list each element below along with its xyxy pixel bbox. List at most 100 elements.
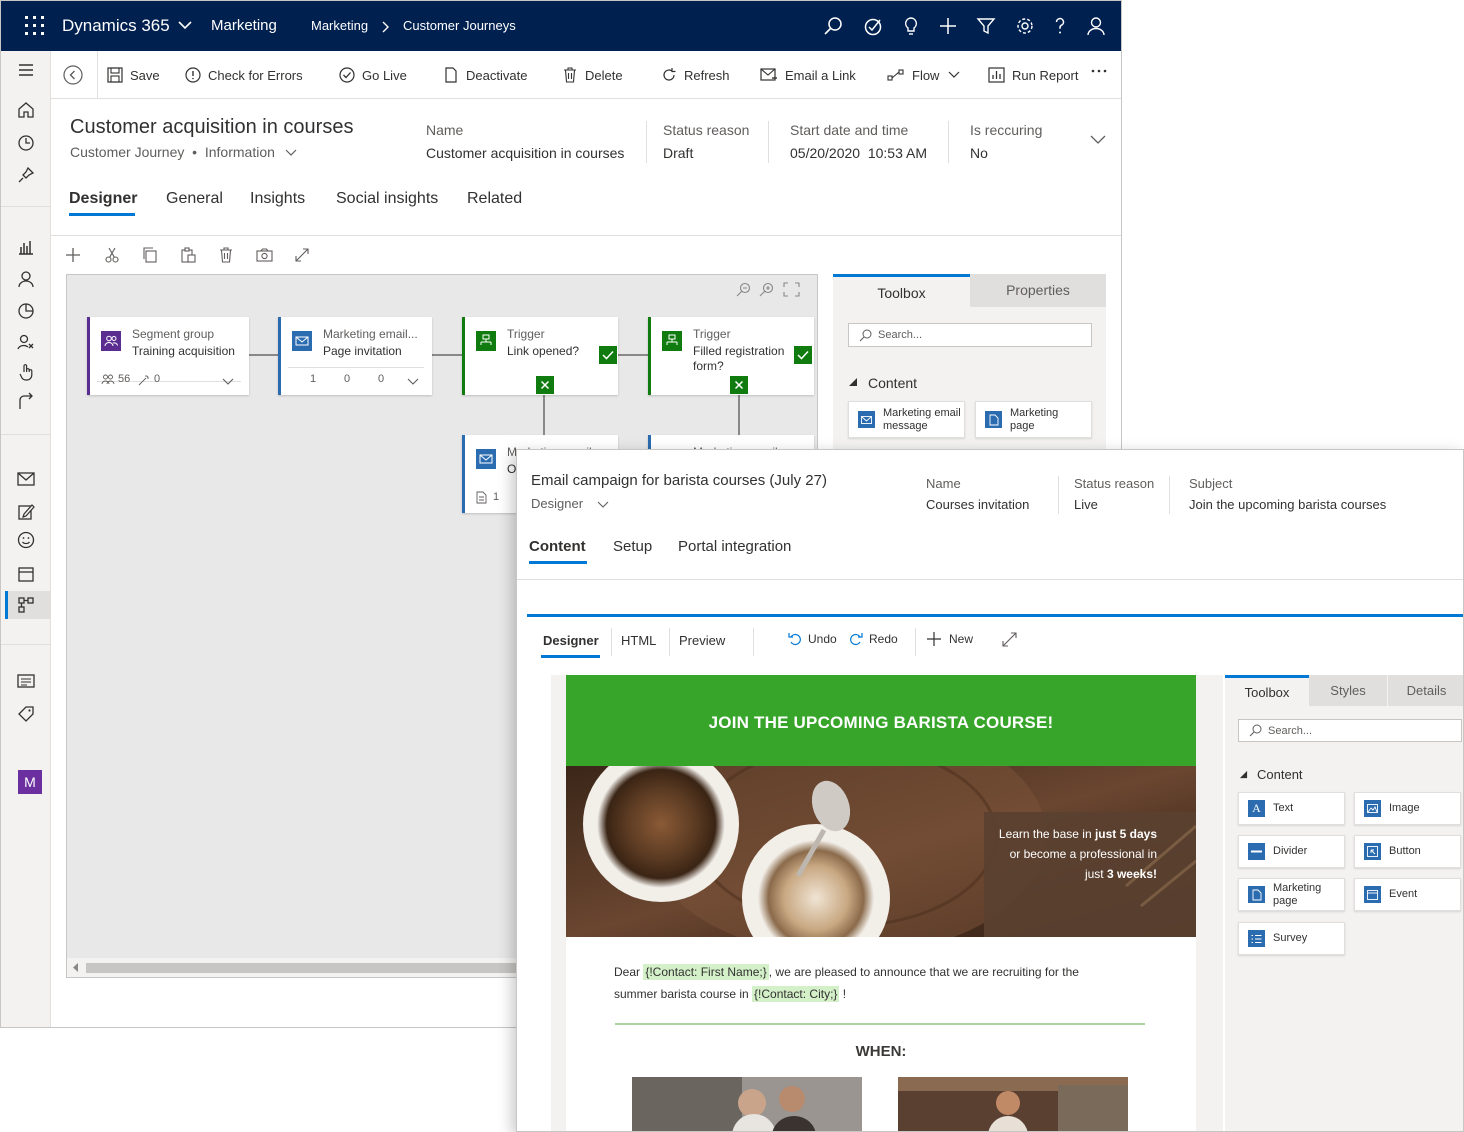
expand-header-icon[interactable] <box>1090 135 1106 145</box>
breadcrumb-customer-journeys[interactable]: Customer Journeys <box>403 1 516 51</box>
smiley-icon[interactable] <box>13 527 39 553</box>
pin-icon[interactable] <box>13 162 39 188</box>
fullscreen-icon[interactable] <box>1001 631 1018 648</box>
tab-designer[interactable]: Designer <box>69 190 137 208</box>
deactivate-button[interactable]: Deactivate <box>443 51 527 99</box>
chevron-down-icon[interactable] <box>407 378 419 386</box>
dynamic-tag-first-name[interactable]: {!Contact: First Name;} <box>643 964 769 980</box>
tab-properties[interactable]: Properties <box>970 274 1106 307</box>
tile-marketing-email[interactable]: Marketing email... Page invitation 1 0 0 <box>278 317 432 395</box>
editor-tab-designer[interactable]: Designer <box>543 633 599 648</box>
chevron-down-icon[interactable] <box>285 149 297 157</box>
save-button[interactable]: Save <box>107 51 160 99</box>
app-name[interactable]: Dynamics 365 <box>62 1 170 51</box>
tool-button[interactable]: Button <box>1354 835 1461 868</box>
email-divider[interactable] <box>615 1023 1145 1025</box>
copy-icon[interactable] <box>142 247 158 263</box>
hamburger-icon[interactable] <box>13 57 39 83</box>
tab-content[interactable]: Content <box>529 538 586 555</box>
tool-divider[interactable]: Divider <box>1238 835 1345 868</box>
form-selector[interactable]: Information <box>205 144 275 160</box>
tool-marketing-email[interactable]: Marketing email message <box>848 401 965 438</box>
email-photo-cafe[interactable] <box>898 1077 1128 1131</box>
chevron-down-icon[interactable] <box>222 378 234 386</box>
tab-general[interactable]: General <box>166 190 223 208</box>
delete-tile-icon[interactable] <box>218 247 234 263</box>
tool-marketing-page[interactable]: Marketing page <box>1238 878 1345 911</box>
tab-details[interactable]: Details <box>1388 675 1463 706</box>
redo-button[interactable]: Redo <box>849 632 898 646</box>
event-icon[interactable] <box>13 668 39 694</box>
editor-tab-html[interactable]: HTML <box>621 633 656 648</box>
tool-text[interactable]: A Text <box>1238 792 1345 825</box>
more-icon[interactable] <box>1091 68 1107 74</box>
recent-icon[interactable] <box>13 130 39 156</box>
email-toolbox-search-input[interactable]: Search... <box>1238 719 1462 742</box>
tab-setup[interactable]: Setup <box>613 538 652 555</box>
scroll-left-icon[interactable] <box>73 963 79 972</box>
calendar-icon[interactable] <box>13 561 39 587</box>
search-icon[interactable] <box>823 16 843 36</box>
flow-button[interactable]: Flow <box>887 51 967 99</box>
chevron-down-icon[interactable] <box>178 20 192 30</box>
contact-icon[interactable] <box>13 266 39 292</box>
routing-icon[interactable] <box>13 388 39 414</box>
cut-icon[interactable] <box>104 247 120 263</box>
scrollbar-thumb[interactable] <box>86 963 526 973</box>
delete-button[interactable]: Delete <box>562 51 623 99</box>
area-name[interactable]: Marketing <box>211 1 277 51</box>
segments-icon[interactable] <box>13 298 39 324</box>
screenshot-icon[interactable] <box>256 247 273 263</box>
fit-to-screen-icon[interactable] <box>783 282 800 297</box>
refresh-button[interactable]: Refresh <box>661 51 730 99</box>
tab-insights[interactable]: Insights <box>250 190 305 208</box>
tab-toolbox[interactable]: Toolbox <box>833 274 970 307</box>
collapse-triangle-icon[interactable] <box>848 377 858 387</box>
new-button[interactable]: New <box>927 632 973 646</box>
run-report-button[interactable]: Run Report <box>988 51 1078 99</box>
check-errors-button[interactable]: Check for Errors <box>185 51 303 99</box>
zoom-out-icon[interactable] <box>736 282 751 297</box>
help-icon[interactable] <box>1050 16 1070 36</box>
go-live-button[interactable]: Go Live <box>339 51 407 99</box>
tile-segment-group[interactable]: Segment group Training acquisition 56 0 <box>87 317 249 395</box>
tab-portal-integration[interactable]: Portal integration <box>678 538 791 555</box>
email-banner-heading[interactable]: JOIN THE UPCOMING BARISTA COURSE! <box>566 675 1196 766</box>
lead-icon[interactable] <box>13 329 39 355</box>
task-flow-icon[interactable] <box>863 16 883 36</box>
lightbulb-icon[interactable] <box>901 16 921 36</box>
undo-button[interactable]: Undo <box>788 632 837 646</box>
tool-survey[interactable]: Survey <box>1238 922 1345 955</box>
email-content-area[interactable]: JOIN THE UPCOMING BARISTA COURSE! Learn … <box>551 675 1223 1131</box>
area-switcher-avatar[interactable]: M <box>18 770 42 794</box>
tab-styles[interactable]: Styles <box>1309 675 1387 706</box>
dashboard-icon[interactable] <box>13 234 39 260</box>
user-icon[interactable] <box>1086 16 1106 36</box>
chevron-down-icon[interactable] <box>597 501 609 509</box>
collapse-triangle-icon[interactable] <box>1239 770 1248 779</box>
tab-toolbox[interactable]: Toolbox <box>1225 675 1309 706</box>
customer-journey-icon[interactable] <box>13 592 39 618</box>
toolbox-search-input[interactable]: Search... <box>848 323 1092 347</box>
email-icon[interactable] <box>13 466 39 492</box>
email-form-selector[interactable]: Designer <box>531 496 609 511</box>
email-photo-barista[interactable] <box>632 1077 862 1131</box>
tag-icon[interactable] <box>13 701 39 727</box>
tool-image[interactable]: Image <box>1354 792 1461 825</box>
paste-icon[interactable] <box>180 247 196 263</box>
editor-tab-preview[interactable]: Preview <box>679 633 725 648</box>
email-hero-image[interactable]: Learn the base in just 5 days or become … <box>566 766 1196 937</box>
add-icon[interactable] <box>65 247 81 263</box>
gear-icon[interactable] <box>1015 16 1035 36</box>
zoom-in-icon[interactable] <box>759 282 774 297</box>
back-icon[interactable] <box>63 65 83 85</box>
plus-icon[interactable] <box>938 16 958 36</box>
fullscreen-icon[interactable] <box>294 247 310 263</box>
filter-icon[interactable] <box>976 16 996 36</box>
touch-icon[interactable] <box>13 359 39 385</box>
tab-social-insights[interactable]: Social insights <box>336 190 438 208</box>
breadcrumb-marketing[interactable]: Marketing <box>311 1 368 51</box>
app-launcher-icon[interactable] <box>25 16 45 36</box>
home-icon[interactable] <box>13 97 39 123</box>
when-heading[interactable]: WHEN: <box>566 1043 1196 1060</box>
